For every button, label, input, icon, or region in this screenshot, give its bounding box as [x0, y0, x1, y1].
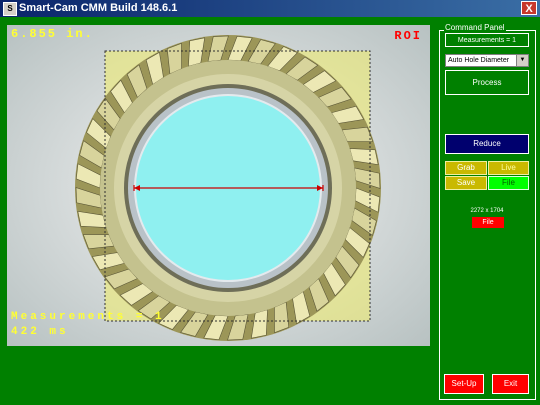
- chevron-down-icon[interactable]: ▼: [516, 55, 528, 66]
- camera-image-view[interactable]: 6.855 in. ROI Measurements = 1 422 ms: [7, 25, 430, 346]
- setup-button[interactable]: Set-Up: [444, 374, 484, 394]
- grab-button[interactable]: Grab: [445, 161, 487, 175]
- time-overlay: 422 ms: [11, 326, 69, 338]
- exit-button[interactable]: Exit: [492, 374, 529, 394]
- save-button[interactable]: Save: [445, 176, 487, 190]
- title-bar: S Smart-Cam CMM Build 148.6.1 X: [0, 0, 540, 17]
- measurements-count: Measurements = 1: [445, 33, 529, 47]
- gear-tooth: [274, 301, 290, 334]
- file-button[interactable]: File: [488, 176, 529, 190]
- live-button[interactable]: Live: [488, 161, 529, 175]
- command-panel-legend: Command Panel: [444, 23, 506, 32]
- gear-tooth: [341, 126, 374, 142]
- window-title: Smart-Cam CMM Build 148.6.1: [19, 2, 178, 14]
- gear-tooth: [166, 42, 182, 75]
- file-red-button[interactable]: File: [472, 217, 504, 228]
- reduce-button[interactable]: Reduce: [445, 134, 529, 154]
- gear-tooth: [82, 234, 115, 250]
- mode-select[interactable]: Auto Hole Diameter ▼: [445, 54, 529, 67]
- resolution-label: 2272 x 1704: [470, 208, 504, 214]
- close-button[interactable]: X: [521, 1, 537, 15]
- roi-label: ROI: [394, 29, 422, 43]
- process-button[interactable]: Process: [445, 70, 529, 95]
- measurements-overlay: Measurements = 1: [11, 311, 165, 323]
- app-icon: S: [3, 2, 17, 16]
- mode-select-value: Auto Hole Diameter: [448, 57, 510, 64]
- distance-readout: 6.855 in.: [11, 27, 94, 41]
- gear-image: [7, 25, 430, 346]
